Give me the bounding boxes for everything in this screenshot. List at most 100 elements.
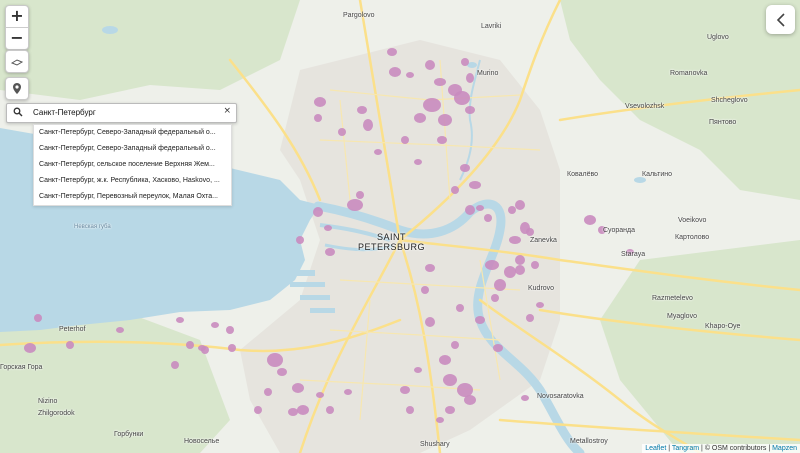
- zone-marker[interactable]: [421, 286, 429, 294]
- zone-marker[interactable]: [201, 346, 209, 354]
- suggestion-item[interactable]: Санкт-Петербург, Северо-Западный федерал…: [34, 141, 231, 157]
- zone-marker[interactable]: [536, 302, 544, 308]
- zone-marker[interactable]: [469, 181, 481, 189]
- zone-marker[interactable]: [176, 317, 184, 323]
- zone-marker[interactable]: [461, 58, 469, 66]
- zone-marker[interactable]: [211, 322, 219, 328]
- zone-marker[interactable]: [515, 255, 525, 265]
- zone-marker[interactable]: [451, 341, 459, 349]
- zone-marker[interactable]: [314, 114, 322, 122]
- zone-marker[interactable]: [264, 388, 272, 396]
- suggestion-item[interactable]: Санкт-Петербург, Северо-Западный федерал…: [34, 125, 231, 141]
- locate-button[interactable]: [5, 77, 29, 100]
- zone-marker[interactable]: [288, 408, 298, 416]
- suggestion-item[interactable]: Санкт-Петербург, ж.к. Республика, Хасков…: [34, 173, 231, 189]
- zoom-out-button[interactable]: −: [6, 27, 28, 49]
- zone-marker[interactable]: [267, 353, 283, 367]
- zone-marker[interactable]: [296, 236, 304, 244]
- zone-marker[interactable]: [297, 405, 309, 415]
- zone-marker[interactable]: [491, 294, 499, 302]
- zone-marker[interactable]: [406, 72, 414, 78]
- zone-marker[interactable]: [347, 199, 363, 211]
- zone-marker[interactable]: [521, 395, 529, 401]
- zone-marker[interactable]: [423, 98, 441, 112]
- zone-marker[interactable]: [456, 304, 464, 312]
- zone-marker[interactable]: [494, 279, 506, 291]
- zone-marker[interactable]: [509, 236, 521, 244]
- zone-marker[interactable]: [24, 343, 36, 353]
- zone-marker[interactable]: [228, 344, 236, 352]
- zone-marker[interactable]: [526, 228, 534, 236]
- zone-marker[interactable]: [316, 392, 324, 398]
- zone-marker[interactable]: [451, 186, 459, 194]
- zone-marker[interactable]: [401, 136, 409, 144]
- zone-marker[interactable]: [425, 264, 435, 272]
- layers-button[interactable]: [5, 50, 29, 73]
- suggestion-item[interactable]: Санкт-Петербург, сельское поселение Верх…: [34, 157, 231, 173]
- zone-marker[interactable]: [116, 327, 124, 333]
- zone-marker[interactable]: [436, 417, 444, 423]
- zone-marker[interactable]: [325, 248, 335, 256]
- zone-marker[interactable]: [186, 341, 194, 349]
- zone-marker[interactable]: [437, 136, 447, 144]
- zone-marker[interactable]: [434, 78, 446, 86]
- zone-marker[interactable]: [584, 215, 596, 225]
- zone-marker[interactable]: [389, 67, 401, 77]
- zone-marker[interactable]: [484, 214, 492, 222]
- tangram-link[interactable]: Tangram: [672, 445, 699, 452]
- zone-marker[interactable]: [171, 361, 179, 369]
- zone-marker[interactable]: [406, 406, 414, 414]
- zone-marker[interactable]: [66, 341, 74, 349]
- zone-marker[interactable]: [425, 317, 435, 327]
- zoom-in-button[interactable]: +: [6, 6, 28, 27]
- zone-marker[interactable]: [460, 164, 470, 172]
- zone-marker[interactable]: [292, 383, 304, 393]
- zone-marker[interactable]: [445, 406, 455, 414]
- zone-marker[interactable]: [226, 326, 234, 334]
- zone-marker[interactable]: [464, 395, 476, 405]
- zone-marker[interactable]: [531, 261, 539, 269]
- zone-marker[interactable]: [465, 106, 475, 114]
- mapzen-link[interactable]: Mapzen: [772, 445, 797, 452]
- back-button[interactable]: [766, 5, 795, 34]
- zone-marker[interactable]: [454, 91, 470, 105]
- zone-marker[interactable]: [34, 314, 42, 322]
- zone-marker[interactable]: [425, 60, 435, 70]
- zone-marker[interactable]: [466, 73, 474, 83]
- zone-marker[interactable]: [277, 368, 287, 376]
- zone-marker[interactable]: [504, 266, 516, 278]
- zone-marker[interactable]: [414, 113, 426, 123]
- zone-marker[interactable]: [414, 367, 422, 373]
- zone-marker[interactable]: [326, 406, 334, 414]
- zone-marker[interactable]: [254, 406, 262, 414]
- suggestion-item[interactable]: Санкт-Петербург, Перевозный переулок, Ма…: [34, 189, 231, 205]
- clear-search-button[interactable]: ×: [223, 106, 231, 116]
- zone-marker[interactable]: [443, 374, 457, 386]
- zone-marker[interactable]: [508, 206, 516, 214]
- zone-marker[interactable]: [485, 260, 499, 270]
- search-input[interactable]: [33, 104, 213, 121]
- zone-marker[interactable]: [439, 355, 451, 365]
- zone-marker[interactable]: [363, 119, 373, 131]
- zone-marker[interactable]: [438, 114, 452, 126]
- zone-marker[interactable]: [314, 97, 326, 107]
- zone-marker[interactable]: [357, 106, 367, 114]
- zone-marker[interactable]: [515, 200, 525, 210]
- zone-marker[interactable]: [457, 383, 473, 397]
- zone-marker[interactable]: [465, 205, 475, 215]
- zone-marker[interactable]: [414, 159, 422, 165]
- zone-marker[interactable]: [387, 48, 397, 56]
- map-canvas[interactable]: [0, 0, 800, 453]
- zone-marker[interactable]: [324, 225, 332, 231]
- zone-marker[interactable]: [313, 207, 323, 217]
- zone-marker[interactable]: [493, 344, 503, 352]
- zone-marker[interactable]: [515, 265, 525, 275]
- leaflet-link[interactable]: Leaflet: [645, 445, 666, 452]
- zone-marker[interactable]: [356, 191, 364, 199]
- zone-marker[interactable]: [374, 149, 382, 155]
- zone-marker[interactable]: [344, 389, 352, 395]
- zone-marker[interactable]: [526, 314, 534, 322]
- zone-marker[interactable]: [400, 386, 410, 394]
- zone-marker[interactable]: [475, 316, 485, 324]
- zone-marker[interactable]: [476, 205, 484, 211]
